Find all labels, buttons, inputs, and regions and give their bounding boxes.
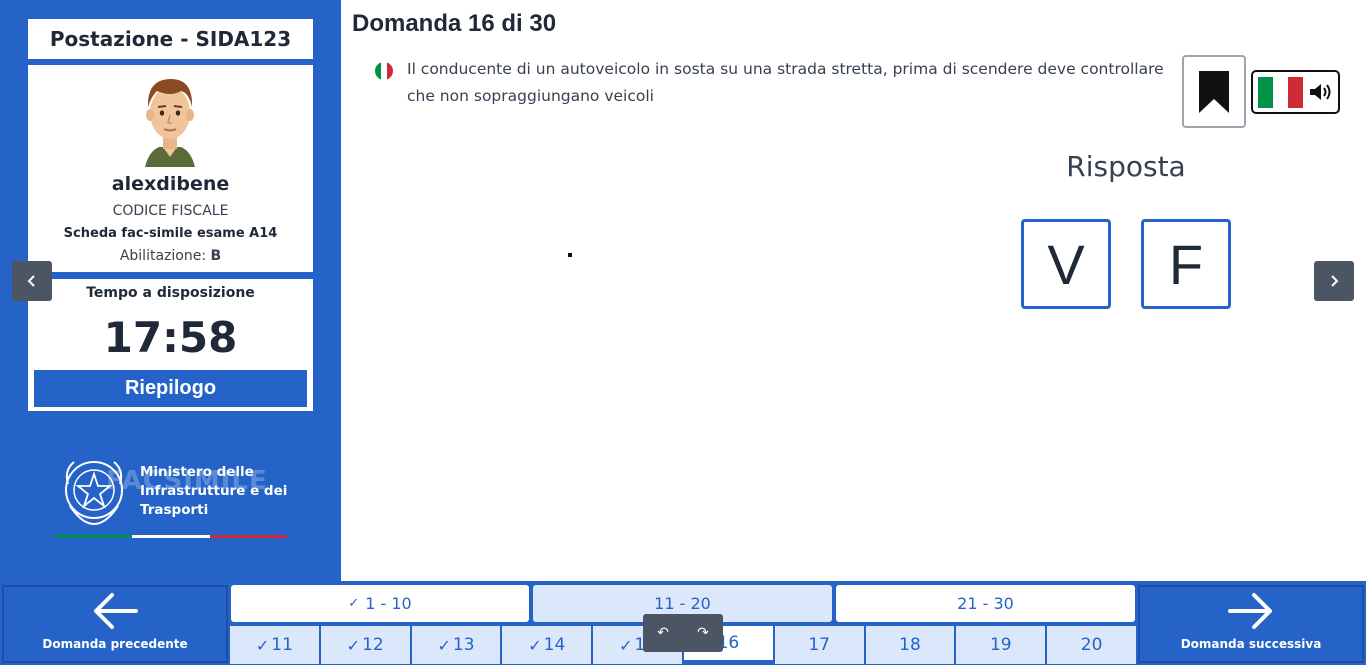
timer-label: Tempo a disposizione	[86, 285, 255, 301]
exam-sheet-label: Scheda fac-simile esame A14	[63, 226, 278, 241]
license-category-label: Abilitazione:	[119, 248, 207, 264]
bookmark-button[interactable]	[1182, 55, 1246, 128]
ministry-name: Ministero delle Infrastrutture e dei Tra…	[140, 463, 287, 520]
answer-label: Risposta	[1066, 150, 1186, 183]
ministry-line-2: Infrastrutture e dei	[140, 483, 288, 499]
station-label: Postazione - SIDA123	[28, 19, 313, 59]
italian-flag-icon	[375, 62, 393, 80]
question-number-17[interactable]: 17	[774, 626, 864, 664]
codice-fiscale: CODICE FISCALE	[112, 203, 229, 219]
group-tab-21-30[interactable]: 21 - 30	[836, 585, 1135, 622]
question-number-12[interactable]: ✓ 12	[320, 626, 410, 664]
question-number-20[interactable]: 20	[1047, 626, 1136, 664]
answer-false-button[interactable]: F	[1141, 219, 1231, 309]
check-icon: ✓	[528, 635, 542, 655]
speaker-icon	[1309, 84, 1330, 100]
question-number-label: 20	[1080, 635, 1103, 655]
question-number-label: 17	[808, 635, 830, 655]
ministry-line-3: Trasporti	[140, 502, 209, 518]
avatar	[145, 79, 195, 167]
rotate-controls[interactable]: ↶ ↷	[643, 614, 723, 652]
profile-card: alexdibene CODICE FISCALE Scheda fac-sim…	[28, 65, 313, 272]
group-tab-label: 21 - 30	[957, 594, 1014, 613]
chevron-left-icon	[27, 275, 35, 287]
question-number-label: 19	[989, 635, 1012, 655]
bookmark-icon	[1199, 70, 1229, 113]
exam-screen: Postazione - SIDA123 alexdibene CODICE F…	[0, 0, 1366, 665]
previous-question-button[interactable]: Domanda precedente	[2, 585, 228, 663]
question-text: Il conducente di un autoveicolo in sosta…	[407, 60, 1164, 105]
question-number-label: 13	[452, 635, 475, 655]
rotate-right-icon[interactable]: ↷	[697, 625, 709, 641]
chevron-right-icon	[1331, 275, 1339, 287]
license-category-value: B	[210, 248, 222, 264]
language-flag-icon	[1257, 76, 1304, 108]
check-icon: ✓	[255, 635, 270, 655]
username: alexdibene	[111, 173, 230, 195]
next-arrow-button[interactable]	[1314, 261, 1354, 301]
next-question-button[interactable]: Domanda successiva	[1138, 585, 1364, 663]
timer-value: 17:58	[103, 313, 238, 362]
next-question-label: Domanda successiva	[1180, 637, 1322, 651]
license-category: Abilitazione: B	[28, 248, 313, 264]
question-number-18[interactable]: 18	[865, 626, 955, 664]
question-number-13[interactable]: ✓ 13	[411, 626, 501, 664]
audio-button[interactable]	[1251, 70, 1340, 114]
question-title: Domanda 16 di 30	[352, 10, 557, 37]
summary-button[interactable]: Riepilogo	[34, 370, 307, 407]
question-number-14[interactable]: ✓ 14	[502, 626, 592, 664]
italian-flag-stripe	[55, 535, 287, 538]
group-tab-label: 1 - 10	[365, 594, 412, 613]
arrow-right-icon	[1228, 593, 1272, 629]
timer-box: Tempo a disposizione 17:58 Riepilogo	[28, 279, 313, 411]
group-tab-1-10[interactable]: ✓ 1 - 10	[231, 585, 529, 622]
double-check-icon: ✓	[348, 596, 360, 611]
question-number-label: 14	[543, 635, 566, 655]
ministry-logo: FACSIMILE Ministero delle Infrastrutture…	[62, 454, 292, 534]
check-icon: ✓	[619, 635, 633, 655]
question-number-label: 12	[362, 635, 384, 655]
check-icon: ✓	[437, 635, 451, 655]
check-icon: ✓	[346, 635, 361, 655]
ministry-line-1: Ministero delle	[140, 464, 254, 480]
previous-question-label: Domanda precedente	[42, 637, 188, 651]
previous-arrow-button[interactable]	[12, 261, 52, 301]
arrow-left-icon	[94, 593, 138, 629]
question-number-19[interactable]: 19	[956, 626, 1046, 664]
question-number-label: 11	[271, 635, 293, 655]
group-tab-label: 11 - 20	[654, 594, 711, 613]
question-number-label: 18	[899, 635, 921, 655]
image-placeholder-dot	[568, 253, 572, 257]
rotate-left-icon[interactable]: ↶	[657, 625, 669, 641]
answer-true-button[interactable]: V	[1021, 219, 1111, 309]
question-number-11[interactable]: ✓ 11	[230, 626, 319, 664]
